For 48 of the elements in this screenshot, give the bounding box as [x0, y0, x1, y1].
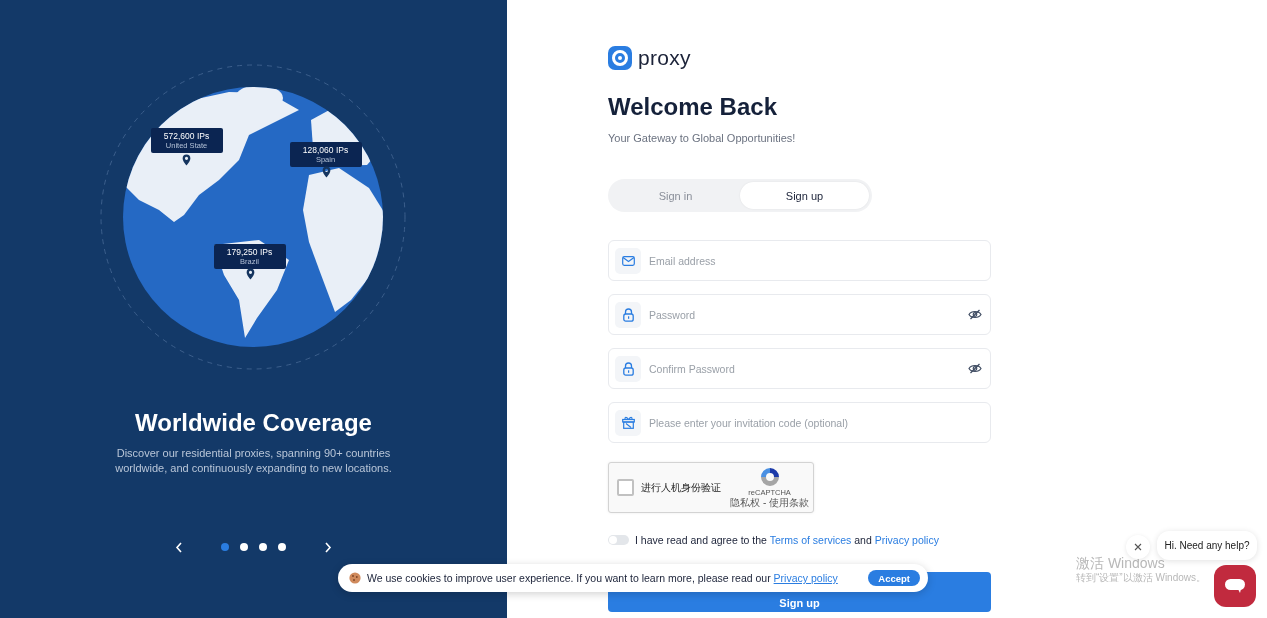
mail-icon	[621, 255, 635, 266]
text-input[interactable]: Email address	[649, 254, 982, 267]
carousel-dot[interactable]	[278, 543, 286, 551]
text-input[interactable]: Confirm Password	[649, 362, 960, 375]
brand-name: proxy	[638, 46, 691, 70]
captcha-label: 进行人机身份验证	[641, 480, 722, 495]
terms-link[interactable]: Terms of services	[769, 534, 852, 546]
hidden-eye-icon[interactable]	[968, 363, 982, 374]
privacy-link[interactable]: Privacy policy	[874, 534, 939, 546]
text-input[interactable]: Password	[649, 308, 960, 321]
invitation-code-field[interactable]: Please enter your invitation code (optional)	[608, 402, 991, 443]
close-icon	[1134, 543, 1142, 551]
lock-icon	[622, 361, 634, 376]
page-heading: Welcome Back	[608, 92, 778, 122]
password-field[interactable]: Password	[608, 294, 991, 335]
ip-count: 128,060 IPs	[302, 145, 349, 155]
captcha-links[interactable]: 隐私权 - 使用条款	[730, 497, 809, 509]
chat-button[interactable]	[1214, 565, 1256, 607]
hero-description: Discover our residential proxies, spanning 90+ countries worldwide, and continuously expanding to new locations.	[114, 446, 393, 476]
carousel-dot[interactable]	[259, 543, 267, 551]
agreement-text: I have read and agree to the Terms of services and Privacy policy	[635, 534, 939, 546]
agree-toggle[interactable]	[608, 535, 629, 545]
email-field[interactable]: Email address	[608, 240, 991, 281]
auth-tab[interactable]: Sign up	[740, 182, 869, 209]
auth-tab[interactable]: Sign in	[611, 182, 740, 209]
page-subheading: Your Gateway to Global Opportunities!	[608, 131, 797, 146]
chat-greeting[interactable]: Hi. Need any help?	[1157, 531, 1257, 560]
map-pin-icon	[181, 154, 191, 166]
hero-title: Worldwide Coverage	[135, 408, 372, 438]
accept-button[interactable]: Accept	[868, 570, 920, 586]
gift-icon	[621, 416, 635, 429]
ip-count: 179,250 IPs	[226, 247, 273, 257]
recaptcha-logo-icon	[758, 466, 781, 488]
close-button[interactable]	[1126, 535, 1150, 559]
captcha-checkbox[interactable]	[617, 479, 634, 496]
ip-count: 572,600 IPs	[163, 131, 210, 141]
password-field[interactable]: Confirm Password	[608, 348, 991, 389]
carousel-dot[interactable]	[240, 543, 248, 551]
chat-bubble-icon	[1225, 579, 1245, 593]
privacy-policy-link[interactable]: Privacy policy	[773, 572, 838, 584]
carousel-dot[interactable]	[221, 543, 229, 551]
map-pin-icon	[321, 166, 331, 178]
hidden-eye-icon[interactable]	[968, 309, 982, 320]
map-pin-icon	[245, 268, 255, 280]
logo-icon	[608, 46, 632, 70]
text-input[interactable]: Please enter your invitation code (optional)	[649, 416, 982, 429]
cookie-icon	[349, 572, 361, 584]
lock-icon	[622, 307, 634, 322]
